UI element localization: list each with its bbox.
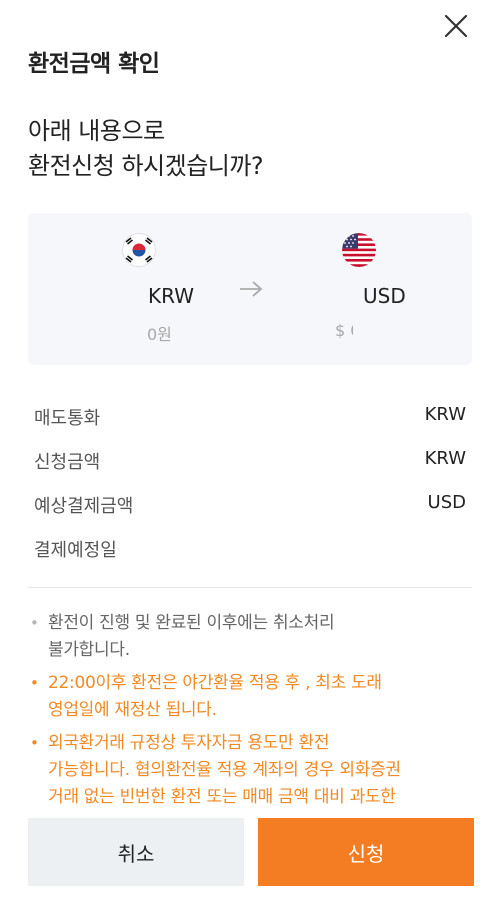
detail-label: 신청금액 [34, 452, 101, 473]
notice-line: 불가합니다. [48, 640, 130, 660]
from-currency-amount: 0원 [147, 325, 172, 344]
notice-line: 22:00이후 환전은 야간환율 적용 후 , 최초 도래 [48, 673, 382, 693]
detail-row-expected-payment: 예상결제금액 USD [34, 492, 466, 520]
detail-row-settlement-date: 결제예정일 [34, 536, 466, 564]
korea-flag-icon [122, 233, 156, 267]
notice-list: • 환전이 진행 및 완료된 이후에는 취소처리 불가합니다. • 22:00이… [28, 610, 472, 806]
detail-label: 매도통화 [34, 408, 101, 429]
right-arrow-icon [238, 279, 264, 299]
notice-line: 거래 없는 빈번한 환전 또는 매매 금액 대비 과도한 [48, 787, 396, 806]
bullet-icon: • [30, 614, 39, 632]
notice-line: 영업일에 재정산 됩니다. [48, 700, 217, 720]
close-icon[interactable] [442, 12, 470, 40]
exchange-summary-card: KRW 0원 USD $ [28, 213, 472, 365]
detail-row-sell-currency: 매도통화 KRW [34, 404, 466, 432]
apply-button[interactable]: 신청 [258, 818, 474, 886]
detail-value: KRW [424, 448, 466, 469]
notice-line: 외국환거래 규정상 투자자금 용도만 환전 [48, 733, 330, 753]
section-divider [28, 587, 472, 588]
detail-row-request-amount: 신청금액 KRW [34, 448, 466, 476]
notice-line: 가능합니다. 협의환전율 적용 계좌의 경우 외화증권 [48, 760, 401, 780]
notice-item: • 22:00이후 환전은 야간환율 적용 후 , 최초 도래 영업일에 재정산… [28, 670, 472, 724]
to-currency-code: USD [363, 284, 406, 308]
from-currency-code: KRW [148, 284, 194, 308]
bullet-icon: • [30, 674, 39, 692]
to-currency-amount: $ 0 [335, 321, 353, 340]
dialog-title: 환전금액 확인 [28, 51, 160, 77]
notice-line: 환전이 진행 및 완료된 이후에는 취소처리 [48, 613, 335, 633]
notice-item: • 환전이 진행 및 완료된 이후에는 취소처리 불가합니다. [28, 610, 472, 664]
exchange-confirm-dialog: 환전금액 확인 아래 내용으로 환전신청 하시겠습니까? KRW 0원 USD … [0, 0, 500, 897]
bullet-icon: • [30, 734, 39, 752]
question-line-2: 환전신청 하시겠습니까? [28, 152, 264, 180]
detail-label: 예상결제금액 [34, 496, 134, 517]
confirm-question: 아래 내용으로 환전신청 하시겠습니까? [28, 114, 264, 184]
detail-value: KRW [424, 404, 466, 425]
notice-item: • 외국환거래 규정상 투자자금 용도만 환전 가능합니다. 협의환전율 적용 … [28, 730, 472, 806]
cancel-button[interactable]: 취소 [28, 818, 244, 886]
detail-label: 결제예정일 [34, 540, 117, 561]
detail-value: USD [427, 492, 466, 513]
usa-flag-icon [342, 233, 376, 267]
question-line-1: 아래 내용으로 [28, 117, 165, 145]
